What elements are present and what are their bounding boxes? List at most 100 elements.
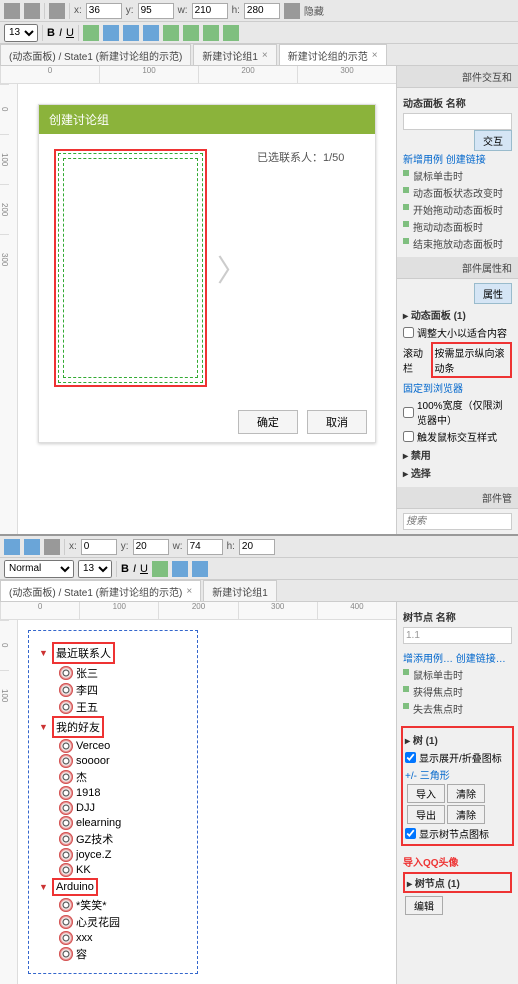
interact-tab[interactable]: 交互: [474, 130, 512, 151]
scroll-option[interactable]: 按需显示纵向滚动条: [431, 342, 513, 378]
fixed-browser-link[interactable]: 固定到浏览器: [403, 380, 512, 395]
align-icon[interactable]: [103, 25, 119, 41]
align-icon[interactable]: [123, 25, 139, 41]
tree-contact[interactable]: 容: [39, 946, 187, 962]
tree-contact[interactable]: Verceo: [39, 739, 187, 753]
align-icon[interactable]: [143, 25, 159, 41]
tab-demo[interactable]: 新建讨论组的示范×: [279, 44, 387, 65]
tree-group[interactable]: ▼我的好友: [39, 716, 187, 738]
bold-button-2[interactable]: B: [121, 563, 129, 575]
tab-state1[interactable]: (动态面板) / State1 (新建讨论组的示范): [0, 44, 191, 65]
tab-state1-b[interactable]: (动态面板) / State1 (新建讨论组的示范)×: [0, 580, 201, 601]
underline-button-2[interactable]: U: [140, 563, 148, 575]
tree-widget[interactable]: ▼最近联系人张三李四王五▼我的好友Verceosoooor杰1918DJJele…: [28, 630, 198, 974]
event-click-2[interactable]: 鼠标单击时: [403, 667, 512, 682]
dynamic-panel-widget[interactable]: [58, 153, 203, 383]
layer-icon[interactable]: [203, 25, 219, 41]
event-click[interactable]: 鼠标单击时: [403, 168, 512, 183]
event-drag-end[interactable]: 结束拖放动态面板时: [403, 236, 512, 251]
collapse-icon[interactable]: ▼: [39, 882, 49, 892]
trigger-style-checkbox[interactable]: [403, 431, 414, 442]
cancel-button[interactable]: 取消: [307, 410, 367, 434]
x-input[interactable]: [86, 3, 122, 19]
close-icon[interactable]: ×: [186, 586, 192, 597]
h-input-2[interactable]: [239, 539, 275, 555]
tree-contact[interactable]: 张三: [39, 665, 187, 681]
tree-contact[interactable]: elearning: [39, 816, 187, 830]
tool-icon[interactable]: [24, 539, 40, 555]
create-link[interactable]: 创建链接: [446, 155, 486, 166]
fullwidth-checkbox[interactable]: [403, 407, 414, 418]
event-drag[interactable]: 拖动动态面板时: [403, 219, 512, 234]
tree-group[interactable]: ▼Arduino: [39, 878, 187, 896]
tree-group[interactable]: ▼最近联系人: [39, 642, 187, 664]
underline-button[interactable]: U: [66, 27, 74, 39]
tree-contact[interactable]: 心灵花园: [39, 914, 187, 930]
align-icon[interactable]: [192, 561, 208, 577]
tree-contact[interactable]: DJJ: [39, 801, 187, 815]
h-input[interactable]: [244, 3, 280, 19]
collapse-icon[interactable]: ▼: [39, 648, 49, 658]
tool-icon[interactable]: [4, 3, 20, 19]
show-expand-checkbox[interactable]: [405, 752, 416, 763]
y-input[interactable]: [138, 3, 174, 19]
color-icon[interactable]: [83, 25, 99, 41]
search-input[interactable]: [403, 513, 512, 530]
tool-icon[interactable]: [4, 539, 20, 555]
remove-button[interactable]: 清除: [447, 805, 485, 824]
tab-new1-b[interactable]: 新建讨论组1: [203, 580, 277, 601]
tree-contact[interactable]: GZ技术: [39, 831, 187, 847]
event-blur[interactable]: 失去焦点时: [403, 701, 512, 716]
ok-button[interactable]: 确定: [238, 410, 298, 434]
x-input-2[interactable]: [81, 539, 117, 555]
event-state-change[interactable]: 动态面板状态改变时: [403, 185, 512, 200]
widget-name-input[interactable]: [403, 113, 512, 130]
italic-button[interactable]: I: [59, 27, 62, 39]
tree-contact[interactable]: 李四: [39, 682, 187, 698]
tree-contact[interactable]: 杰: [39, 769, 187, 785]
properties-tab[interactable]: 属性: [474, 283, 512, 304]
export-button[interactable]: 导出: [407, 805, 445, 824]
align-icon[interactable]: [152, 561, 168, 577]
tool-icon[interactable]: [49, 3, 65, 19]
layer-icon[interactable]: [183, 25, 199, 41]
clear-button[interactable]: 清除: [447, 784, 485, 803]
layer-icon[interactable]: [163, 25, 179, 41]
show-node-icon-checkbox[interactable]: [405, 828, 416, 839]
autosize-checkbox[interactable]: [403, 327, 414, 338]
tab-new1[interactable]: 新建讨论组1×: [193, 44, 276, 65]
triangle-option[interactable]: +/- 三角形: [405, 767, 510, 782]
y-input-2[interactable]: [133, 539, 169, 555]
w-input-2[interactable]: [187, 539, 223, 555]
align-icon[interactable]: [172, 561, 188, 577]
tree-contact[interactable]: joyce.Z: [39, 848, 187, 862]
tool-icon[interactable]: [44, 539, 60, 555]
tree-contact[interactable]: KK: [39, 863, 187, 877]
tree-contact[interactable]: *笑笑*: [39, 897, 187, 913]
tree-contact[interactable]: 1918: [39, 786, 187, 800]
bold-button[interactable]: B: [47, 27, 55, 39]
tree-contact[interactable]: 王五: [39, 699, 187, 715]
add-case-link-2[interactable]: 增添用例…: [403, 654, 453, 665]
w-input[interactable]: [192, 3, 228, 19]
tree-contact[interactable]: soooor: [39, 754, 187, 768]
lock-icon[interactable]: [284, 3, 300, 19]
event-focus[interactable]: 获得焦点时: [403, 684, 512, 699]
font-size-2[interactable]: 13: [78, 560, 112, 578]
italic-button-2[interactable]: I: [133, 563, 136, 575]
font-size-select[interactable]: 13: [4, 24, 38, 42]
x-label: x:: [74, 5, 82, 16]
create-link-2[interactable]: 创建链接…: [456, 654, 506, 665]
close-icon[interactable]: ×: [372, 50, 378, 61]
tool-icon[interactable]: [24, 3, 40, 19]
event-drag-start[interactable]: 开始拖动动态面板时: [403, 202, 512, 217]
layer-icon[interactable]: [223, 25, 239, 41]
collapse-icon[interactable]: ▼: [39, 722, 49, 732]
import-button[interactable]: 导入: [407, 784, 445, 803]
style-select[interactable]: Normal: [4, 560, 74, 578]
node-name-input[interactable]: [403, 627, 512, 644]
close-icon[interactable]: ×: [262, 50, 268, 61]
edit-button[interactable]: 编辑: [405, 896, 443, 915]
add-case-link[interactable]: 新增用例: [403, 155, 443, 166]
tree-contact[interactable]: xxx: [39, 931, 187, 945]
